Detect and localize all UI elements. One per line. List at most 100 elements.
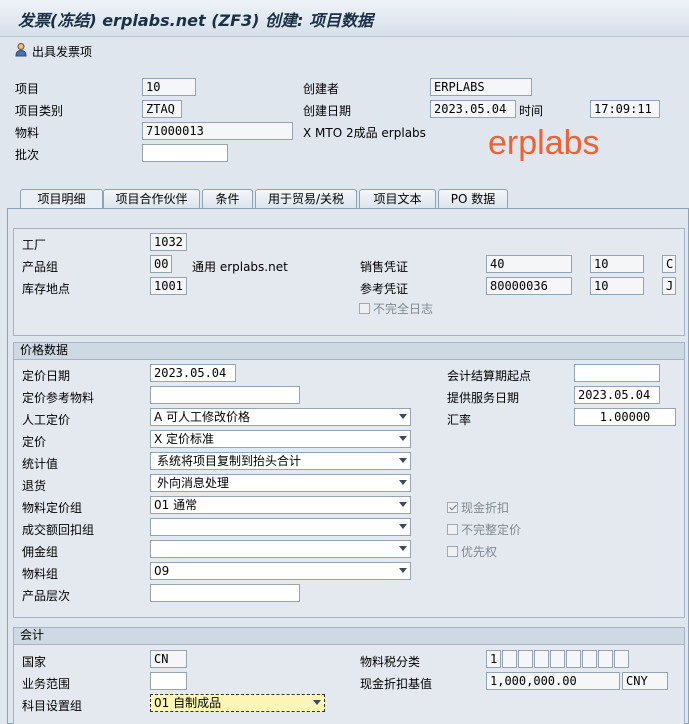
country-field[interactable]: CN xyxy=(150,650,187,668)
material-price-group-label: 物料定价组 xyxy=(22,501,83,515)
sales-document-field[interactable]: 40 xyxy=(486,255,572,273)
exchange-rate-field[interactable]: 1.00000 xyxy=(574,408,676,426)
tax-classification-field-3[interactable] xyxy=(518,650,533,668)
priority-label: 优先权 xyxy=(461,545,498,559)
chevron-down-icon xyxy=(399,546,407,551)
material-field[interactable]: 71000013 xyxy=(142,122,293,140)
plant-label: 工厂 xyxy=(22,238,47,252)
manual-pricing-dropdown[interactable]: A 可人工修改价格 xyxy=(150,408,411,426)
exchange-rate-label: 汇率 xyxy=(447,413,472,427)
statistical-value-dropdown[interactable]: 系统将项目复制到抬头合计 xyxy=(150,452,411,470)
detail-group xyxy=(13,228,685,336)
tab-trade-customs[interactable]: 用于贸易/关税 xyxy=(255,189,357,208)
storage-location-field[interactable]: 1001 xyxy=(150,277,187,295)
tax-classification-field-2[interactable] xyxy=(502,650,517,668)
chevron-down-icon xyxy=(399,502,407,507)
manual-pricing-label: 人工定价 xyxy=(22,413,71,427)
statistical-value-value: 系统将项目复制到抬头合计 xyxy=(157,454,302,468)
division-description: 通用 erplabs.net xyxy=(192,260,288,274)
reference-document-item-field[interactable]: 10 xyxy=(590,277,644,295)
sales-document-label: 销售凭证 xyxy=(360,260,409,274)
tab-item-partners[interactable]: 项目合作伙伴 xyxy=(103,189,200,208)
incomplete-log-label: 不完全日志 xyxy=(373,302,434,316)
batch-field[interactable] xyxy=(142,144,228,162)
batch-label: 批次 xyxy=(15,148,40,162)
incomplete-pricing-checkbox[interactable]: 不完整定价 xyxy=(447,521,521,538)
reference-document-field[interactable]: 80000036 xyxy=(486,277,572,295)
return-dropdown[interactable]: 外向消息处理 xyxy=(150,474,411,492)
chevron-down-icon xyxy=(399,480,407,485)
account-assignment-group-dropdown[interactable]: 01 自制成品 xyxy=(150,694,325,712)
time-field[interactable]: 17:09:11 xyxy=(590,100,660,118)
service-date-field[interactable]: 2023.05.04 xyxy=(574,386,660,404)
service-date-label: 提供服务日期 xyxy=(447,391,520,405)
cash-discount-checkbox[interactable]: 现金折扣 xyxy=(447,499,509,516)
created-on-field[interactable]: 2023.05.04 xyxy=(430,100,516,118)
tax-classification-field-6[interactable] xyxy=(566,650,581,668)
product-hierarchy-field[interactable] xyxy=(150,584,300,602)
rebate-group-label: 成交额回扣组 xyxy=(22,523,95,537)
material-group-dropdown[interactable]: 09 xyxy=(150,562,411,580)
tax-classification-field-7[interactable] xyxy=(582,650,597,668)
tax-classification-label: 物料税分类 xyxy=(360,655,421,669)
pricing-label: 定价 xyxy=(22,435,47,449)
tax-classification-field-1[interactable]: 1 xyxy=(486,650,501,668)
sales-document-category-field[interactable]: C xyxy=(662,255,676,273)
item-category-label: 项目类别 xyxy=(15,104,64,118)
division-label: 产品组 xyxy=(22,260,59,274)
pricing-dropdown[interactable]: X 定价标准 xyxy=(150,430,411,448)
tax-classification-field-9[interactable] xyxy=(614,650,629,668)
pricing-date-label: 定价日期 xyxy=(22,369,71,383)
storage-location-label: 库存地点 xyxy=(22,282,71,296)
return-label: 退货 xyxy=(22,479,47,493)
tax-classification-field-5[interactable] xyxy=(550,650,565,668)
reference-document-category-field[interactable]: J xyxy=(662,277,676,295)
business-area-field[interactable] xyxy=(150,672,187,690)
item-label: 项目 xyxy=(15,82,40,96)
material-price-group-value: 01 通常 xyxy=(154,498,198,512)
priority-checkbox[interactable]: 优先权 xyxy=(447,543,497,560)
tab-item-texts[interactable]: 项目文本 xyxy=(359,189,436,208)
chevron-down-icon xyxy=(313,700,321,705)
tax-classification-field-4[interactable] xyxy=(534,650,549,668)
material-label: 物料 xyxy=(15,126,40,140)
cash-discount-base-label: 现金折扣基值 xyxy=(360,677,433,691)
division-field[interactable]: 00 xyxy=(150,255,172,273)
cash-discount-base-field[interactable]: 1,000,000.00 xyxy=(486,672,620,690)
pricing-ref-material-field[interactable] xyxy=(150,386,300,404)
incomplete-pricing-label: 不完整定价 xyxy=(461,523,522,537)
account-assignment-group-label: 科目设置组 xyxy=(22,699,83,713)
pricing-ref-material-label: 定价参考物料 xyxy=(22,391,95,405)
created-by-field[interactable]: ERPLABS xyxy=(430,78,532,96)
pricing-group-title: 价格数据 xyxy=(14,343,684,360)
issue-invoice-button[interactable]: 出具发票项 xyxy=(14,42,92,60)
tab-item-detail[interactable]: 项目明细 xyxy=(20,189,103,208)
pricing-date-field[interactable]: 2023.05.04 xyxy=(150,364,236,382)
chevron-down-icon xyxy=(399,568,407,573)
commission-group-label: 佣金组 xyxy=(22,545,59,559)
application-toolbar xyxy=(0,37,689,65)
product-hierarchy-label: 产品层次 xyxy=(22,589,71,603)
checkbox-checked xyxy=(447,502,458,513)
commission-group-dropdown[interactable] xyxy=(150,540,411,558)
tab-conditions[interactable]: 条件 xyxy=(202,189,253,208)
tax-classification-field-8[interactable] xyxy=(598,650,613,668)
plant-field[interactable]: 1032 xyxy=(150,233,187,251)
incomplete-log-checkbox[interactable]: 不完全日志 xyxy=(359,300,433,317)
item-category-field[interactable]: ZTAQ xyxy=(142,100,182,118)
sales-document-item-field[interactable]: 10 xyxy=(590,255,644,273)
material-group-label: 物料组 xyxy=(22,567,59,581)
item-field[interactable]: 10 xyxy=(142,78,196,96)
created-by-label: 创建者 xyxy=(303,82,340,96)
settlement-start-field[interactable] xyxy=(574,364,660,382)
tax-classification-fields: 1 xyxy=(486,650,629,668)
rebate-group-dropdown[interactable] xyxy=(150,518,411,536)
accounting-group-title: 会计 xyxy=(14,628,684,645)
currency-field[interactable]: CNY xyxy=(622,672,668,690)
pricing-value: X 定价标准 xyxy=(154,432,215,446)
chevron-down-icon xyxy=(399,414,407,419)
settlement-start-label: 会计结算期起点 xyxy=(447,369,532,383)
tab-po-data[interactable]: PO 数据 xyxy=(438,189,508,208)
material-price-group-dropdown[interactable]: 01 通常 xyxy=(150,496,411,514)
page-title: 发票(冻结) erplabs.net (ZF3) 创建: 项目数据 xyxy=(18,11,374,30)
